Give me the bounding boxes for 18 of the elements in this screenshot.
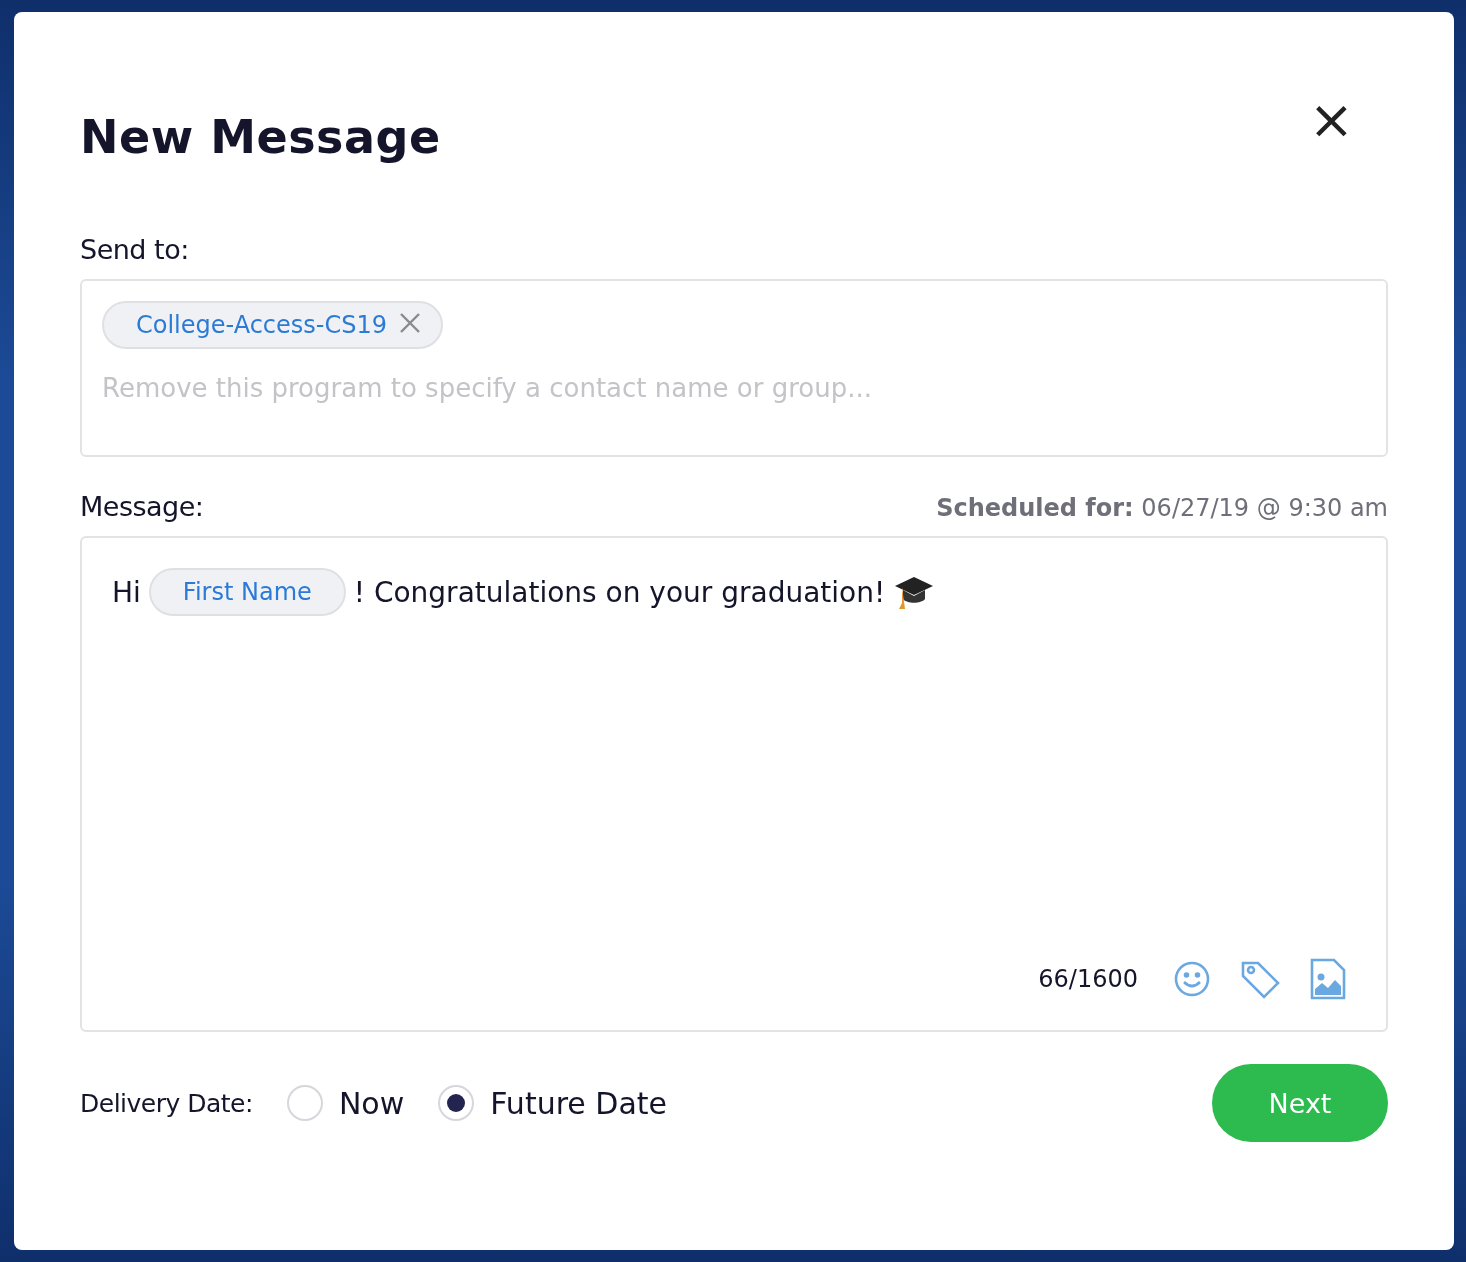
program-chip: College-Access-CS19 <box>102 301 444 349</box>
send-to-label: Send to: <box>80 234 190 265</box>
character-counter: 66/1600 <box>1038 965 1138 993</box>
delivery-option[interactable]: Future Date <box>438 1085 668 1121</box>
delivery-date-label: Delivery Date: <box>80 1088 253 1118</box>
message-text: ! Congratulations on your graduation! <box>353 575 886 609</box>
emoji-icon[interactable] <box>1174 961 1210 997</box>
scheduled-date: Scheduled for: 06/27/19 @ 9:30 am <box>936 494 1388 522</box>
close-button[interactable]: × <box>1302 100 1360 140</box>
first-name-tag[interactable]: First Name <box>148 568 346 616</box>
radio-button[interactable] <box>286 1085 323 1121</box>
tag-icon[interactable] <box>1240 959 1280 999</box>
radio-button[interactable] <box>438 1085 475 1121</box>
delivery-option[interactable]: Now <box>286 1085 405 1121</box>
message-label: Message: <box>80 491 204 522</box>
message-text: Hi <box>112 575 141 609</box>
image-icon[interactable] <box>1310 958 1346 1000</box>
message-field[interactable]: Hi First Name ! Congratulations on your graduation! 66/1600 <box>80 536 1388 1032</box>
